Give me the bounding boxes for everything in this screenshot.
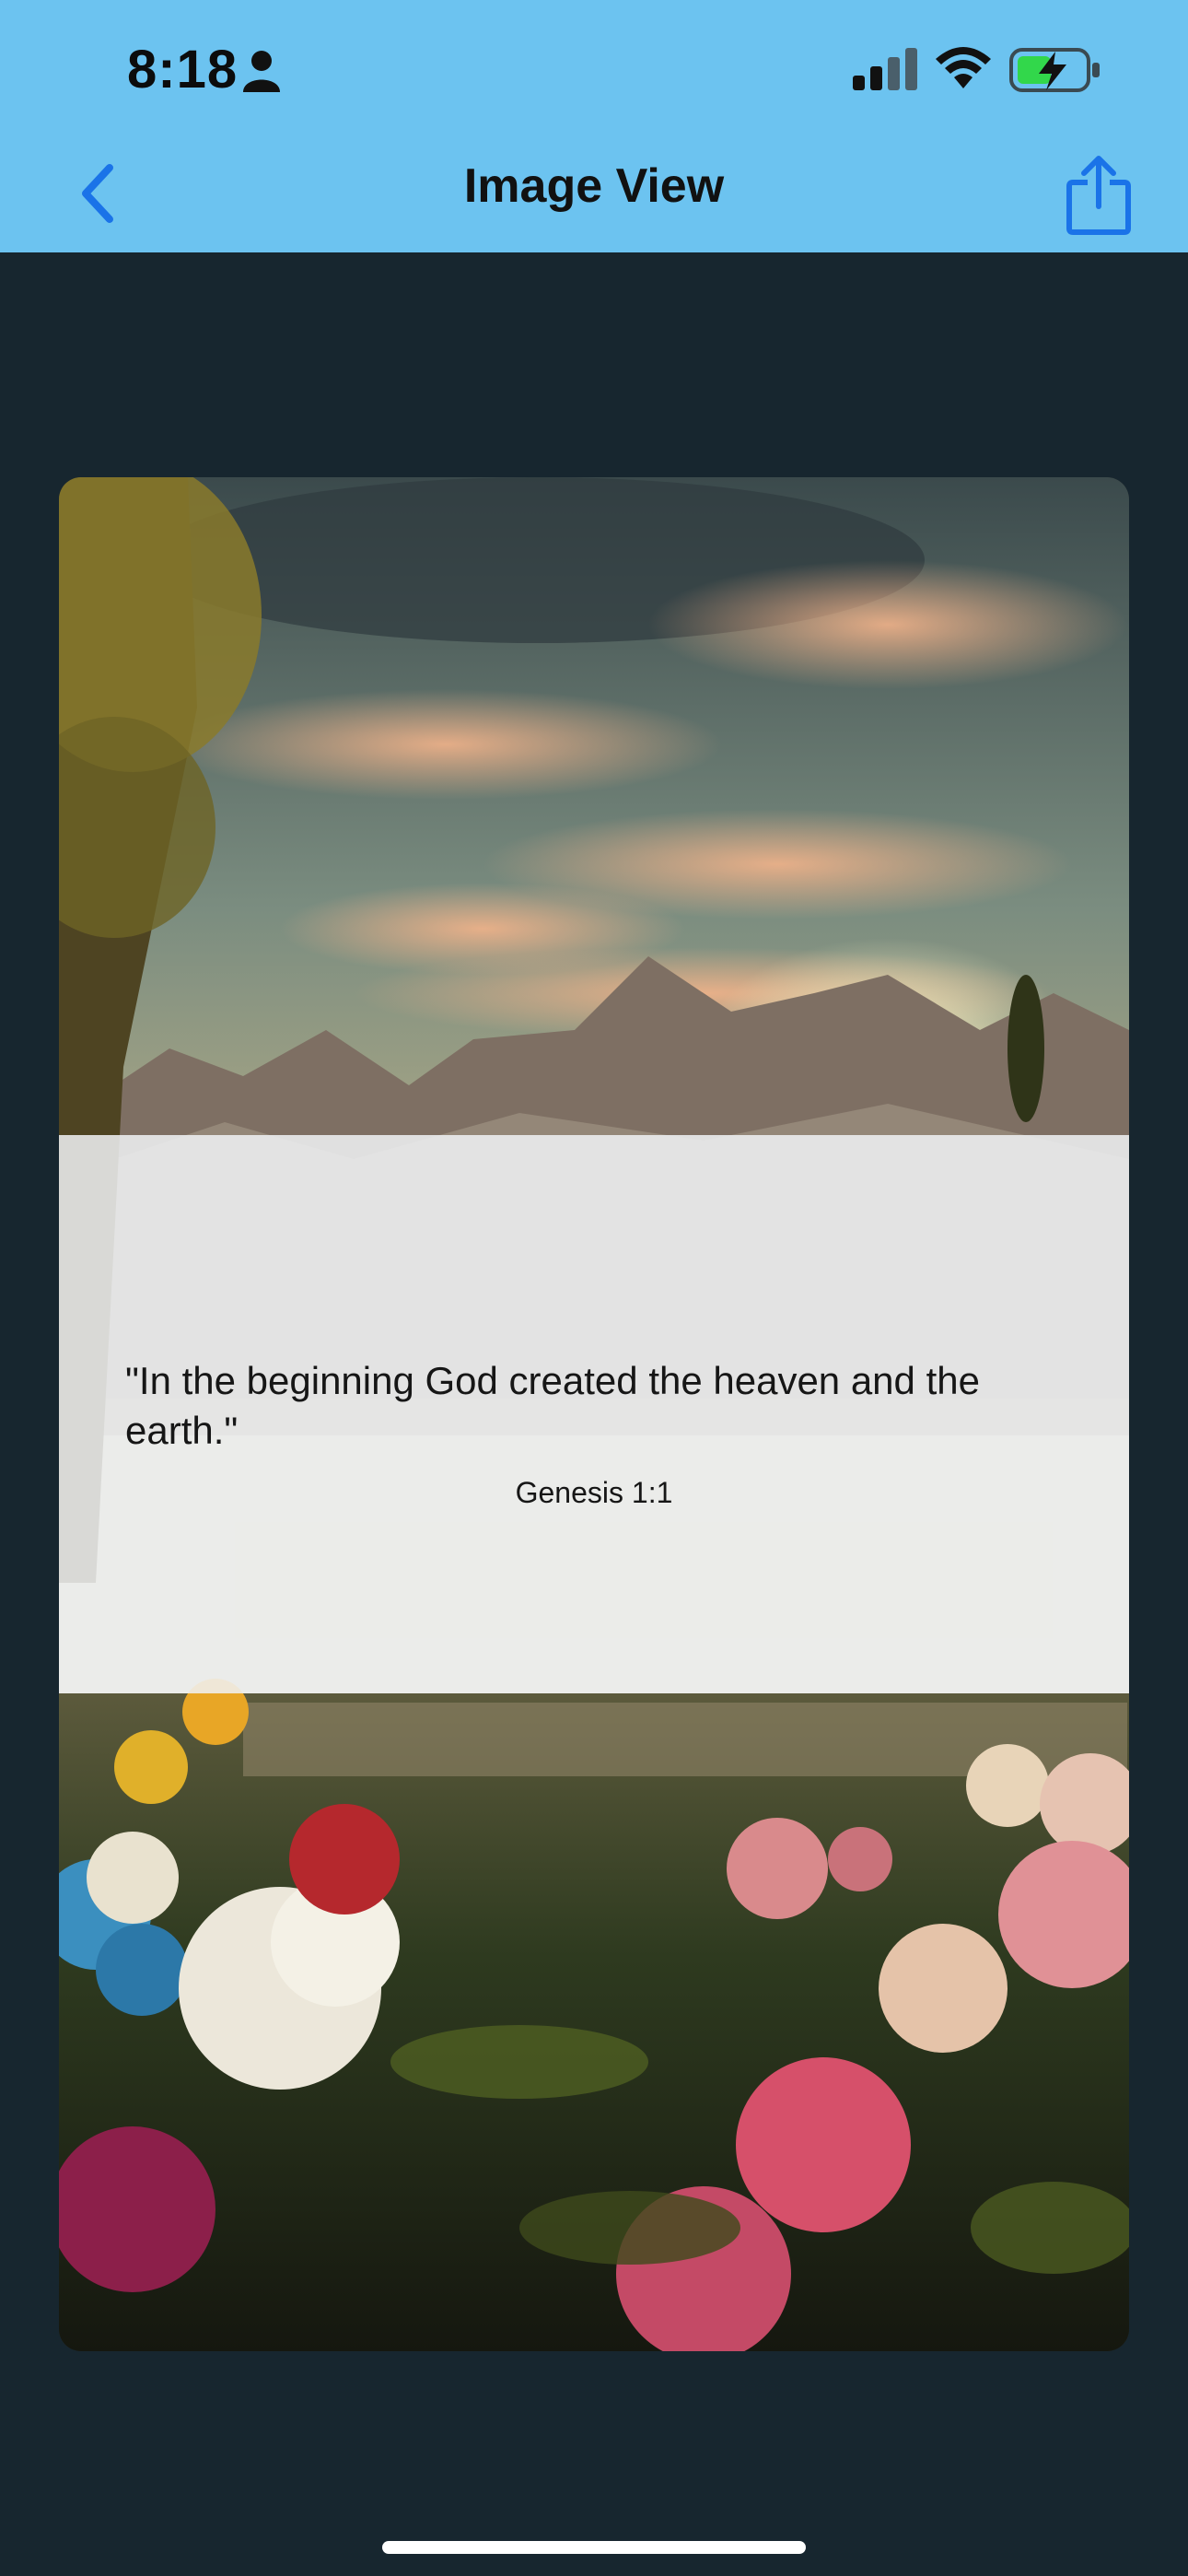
battery-charging-icon: [1009, 48, 1100, 92]
share-button[interactable]: [1057, 149, 1140, 241]
verse-image-card[interactable]: "In the beginning God created the heaven…: [59, 477, 1129, 2351]
top-bar: 8:18 Image View: [0, 0, 1188, 252]
verse-text: "In the beginning God created the heaven…: [125, 1359, 980, 1452]
quote-overlay: "In the beginning God created the heaven…: [59, 1135, 1129, 1693]
page-title: Image View: [463, 159, 725, 213]
home-indicator[interactable]: [382, 2541, 806, 2554]
person-icon: [243, 51, 280, 92]
share-icon: [1066, 156, 1131, 235]
signal-icon: [853, 48, 917, 90]
verse-reference: Genesis 1:1: [515, 1476, 673, 1509]
status-time: 8:18: [127, 40, 239, 100]
wifi-icon: [936, 47, 991, 88]
